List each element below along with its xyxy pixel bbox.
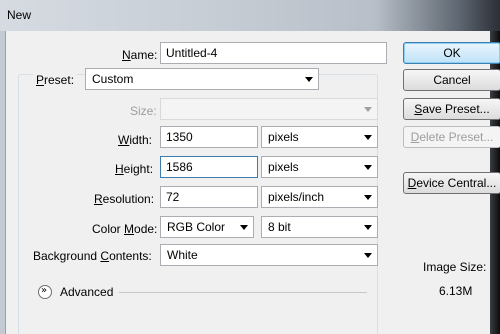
save-preset-button[interactable]: Save Preset...: [403, 98, 500, 120]
chevron-down-icon: [364, 225, 372, 230]
title-bar[interactable]: New: [0, 0, 500, 31]
height-input[interactable]: 1586: [160, 156, 258, 178]
cancel-button[interactable]: Cancel: [403, 69, 500, 91]
color-mode-label: Color Mode:: [92, 222, 158, 236]
preset-select[interactable]: Custom: [85, 68, 319, 90]
size-select: [160, 98, 378, 120]
advanced-toggle-icon[interactable]: »: [38, 285, 52, 299]
resolution-label: Resolution:: [94, 192, 155, 206]
preset-label: Preset:: [33, 73, 78, 87]
chevron-down-icon: [240, 225, 248, 230]
bit-depth-select[interactable]: 8 bit: [261, 216, 378, 238]
name-input[interactable]: Untitled-4: [160, 42, 387, 64]
height-label: Height:: [115, 162, 154, 176]
window-title: New: [7, 8, 32, 22]
chevron-down-icon: [364, 253, 372, 258]
advanced-divider: [119, 292, 367, 293]
chevron-down-icon: [364, 107, 372, 112]
background-contents-value: White: [167, 248, 198, 262]
new-document-dialog: New Name: Untitled-4 Preset: Custom Size…: [0, 0, 500, 334]
color-mode-value: RGB Color: [167, 220, 226, 234]
delete-preset-button: Delete Preset...: [403, 126, 500, 148]
background-contents-label: Background Contents:: [33, 249, 152, 263]
bit-depth-value: 8 bit: [268, 220, 291, 234]
advanced-label[interactable]: Advanced: [60, 285, 113, 299]
width-unit-select[interactable]: pixels: [261, 126, 378, 148]
width-unit-value: pixels: [268, 130, 299, 144]
resolution-unit-value: pixels/inch: [268, 190, 325, 204]
chevron-down-icon: [305, 77, 313, 82]
resolution-unit-select[interactable]: pixels/inch: [261, 186, 378, 208]
width-label: Width:: [118, 133, 153, 147]
chevron-down-icon: [364, 135, 372, 140]
chevron-down-icon: [364, 195, 372, 200]
color-mode-select[interactable]: RGB Color: [160, 216, 254, 238]
width-input[interactable]: 1350: [160, 126, 258, 148]
ok-button[interactable]: OK: [403, 42, 500, 64]
image-size-value: 6.13M: [439, 284, 473, 298]
preset-value: Custom: [92, 72, 134, 86]
resolution-input[interactable]: 72: [160, 186, 258, 208]
dialog-body: Name: Untitled-4 Preset: Custom Size: Wi…: [5, 31, 500, 334]
image-size-label: Image Size:: [423, 260, 487, 274]
height-unit-value: pixels: [268, 160, 299, 174]
size-label: Size:: [130, 104, 157, 118]
height-unit-select[interactable]: pixels: [261, 156, 378, 178]
chevron-down-icon: [364, 165, 372, 170]
name-label: Name:: [122, 48, 158, 62]
device-central-button[interactable]: Device Central...: [403, 172, 500, 194]
background-contents-select[interactable]: White: [160, 244, 378, 266]
